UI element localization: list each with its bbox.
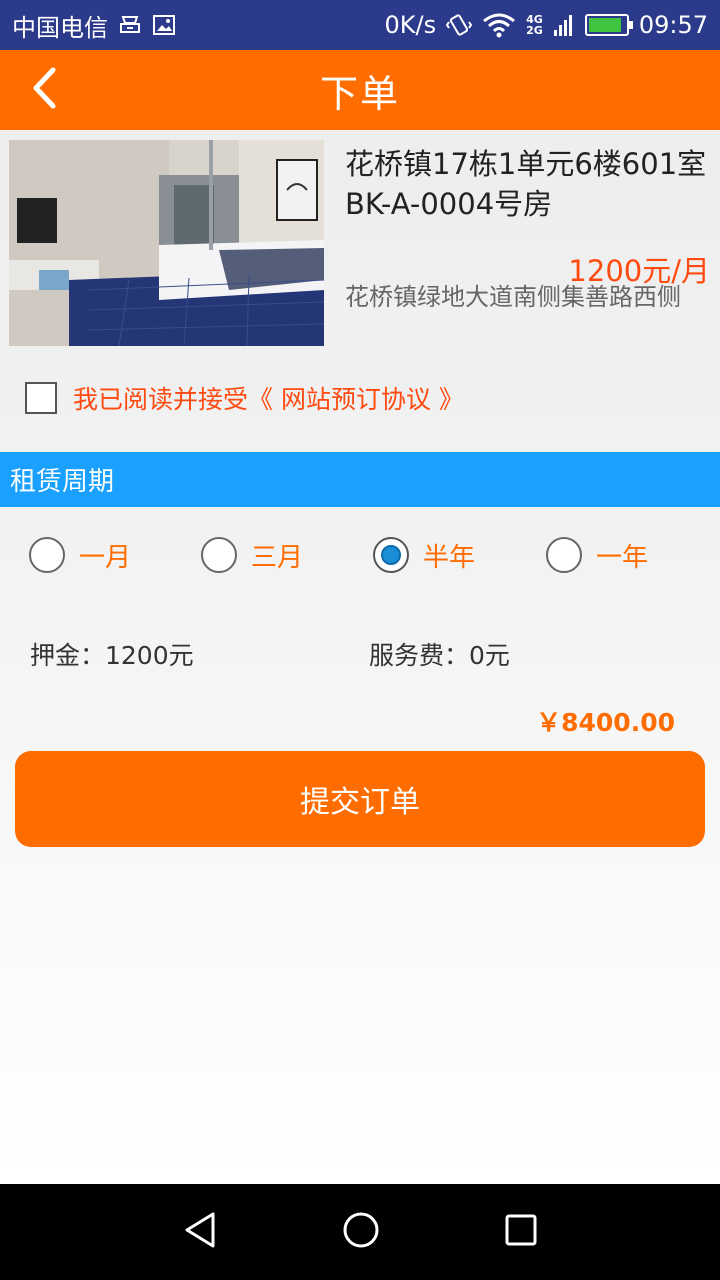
clock: 09:57	[638, 11, 708, 39]
carrier-label: 中国电信	[12, 13, 108, 42]
chevron-left-icon	[29, 66, 59, 114]
square-recents-icon	[501, 1210, 541, 1254]
status-bar: 中国电信 0K/s 4G 2G 09:57	[0, 0, 720, 50]
app-bar: 下单	[0, 50, 720, 130]
rental-period-options: 一月 三月 半年 一年	[29, 535, 719, 579]
page-title: 下单	[319, 71, 400, 116]
listing-title: 花桥镇17栋1单元6楼601室BK-A-0004号房	[345, 147, 707, 221]
listing-address: 花桥镇绿地大道南侧集善路西侧	[345, 283, 681, 311]
radio-button[interactable]	[29, 537, 65, 573]
back-button[interactable]	[22, 66, 66, 114]
nav-back-button[interactable]	[177, 1208, 225, 1256]
network-type: 4G 2G	[526, 13, 543, 37]
radio-option-half-year[interactable]: 半年	[373, 535, 475, 575]
system-nav-bar	[0, 1184, 720, 1280]
total-price: ￥8400.00	[536, 708, 675, 737]
image-icon	[152, 14, 176, 36]
radio-label: 半年	[423, 542, 476, 573]
radio-option-3-months[interactable]: 三月	[201, 535, 303, 575]
radio-option-1-year[interactable]: 一年	[546, 535, 648, 575]
agreement-checkbox[interactable]	[25, 382, 57, 414]
room-photo[interactable]	[9, 140, 324, 346]
listing-card[interactable]: 花桥镇17栋1单元6楼601室BK-A-0004号房 1200元/月 花桥镇绿地…	[0, 130, 720, 355]
radio-button[interactable]	[201, 537, 237, 573]
radio-label: 三月	[251, 542, 304, 573]
net-speed: 0K/s	[384, 11, 437, 39]
deposit-label: 押金：1200元	[30, 641, 194, 670]
signal-icon	[553, 12, 575, 38]
wifi-icon	[482, 12, 516, 38]
nav-recents-button[interactable]	[497, 1208, 545, 1256]
triangle-back-icon	[181, 1210, 221, 1254]
radio-button-checked[interactable]	[373, 537, 409, 573]
radio-dot	[381, 545, 401, 565]
radio-label: 一月	[79, 542, 132, 573]
radio-label: 一年	[596, 542, 649, 573]
service-fee-label: 服务费：0元	[369, 641, 510, 670]
battery-icon	[584, 14, 633, 36]
agreement-link[interactable]: 我已阅读并接受《 网站预订协议 》	[73, 380, 464, 416]
submit-order-button[interactable]: 提交订单	[15, 751, 705, 847]
notification-icon	[118, 14, 142, 36]
circle-home-icon	[341, 1210, 381, 1254]
nav-home-button[interactable]	[337, 1208, 385, 1256]
radio-option-1-month[interactable]: 一月	[29, 535, 131, 575]
vibrate-icon	[446, 12, 473, 38]
rental-period-header: 租赁周期	[0, 452, 720, 507]
agreement-row[interactable]: 我已阅读并接受《 网站预订协议 》	[25, 380, 464, 416]
radio-button[interactable]	[546, 537, 582, 573]
